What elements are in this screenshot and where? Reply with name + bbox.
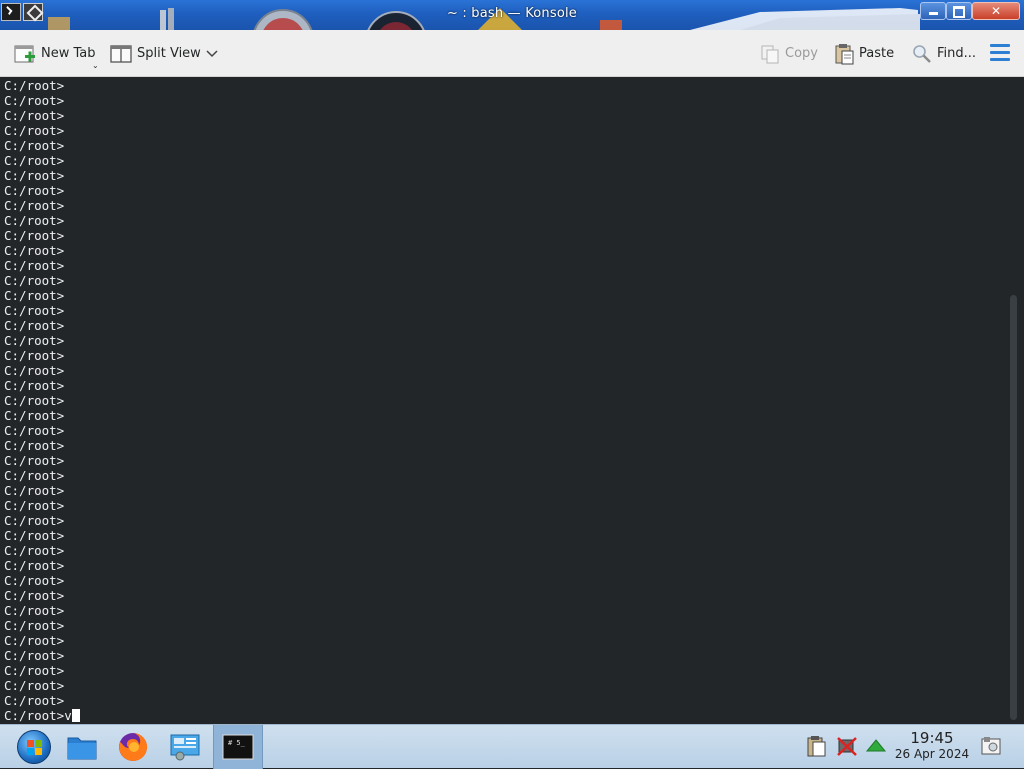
paste-icon: [835, 43, 854, 64]
terminal-line: C:/root>: [4, 123, 65, 138]
window-title: ~ : bash — Konsole: [446, 6, 578, 21]
terminal-line: C:/root>: [4, 318, 65, 333]
terminal-line: C:/root>: [4, 663, 65, 678]
terminal-line: C:/root>: [4, 603, 65, 618]
terminal-line: C:/root>: [4, 153, 65, 168]
window-titlebar[interactable]: ~ : bash — Konsole ✕: [0, 0, 1024, 30]
terminal-line: C:/root>: [4, 363, 65, 378]
taskbar: # 5_ 19:45 26 Apr 2024: [0, 724, 1024, 769]
taskbar-clock[interactable]: 19:45 26 Apr 2024: [890, 730, 974, 762]
terminal-line: C:/root>: [4, 633, 65, 648]
maximize-button[interactable]: [946, 2, 972, 20]
terminal-line: C:/root>: [4, 228, 65, 243]
find-button[interactable]: Find...: [912, 30, 976, 77]
magnifier-icon: [913, 44, 931, 63]
terminal-current-line[interactable]: C:/root>v: [4, 708, 80, 723]
close-icon: ✕: [990, 4, 1002, 18]
folder-icon: [67, 737, 97, 760]
terminal-line: C:/root>: [4, 288, 65, 303]
terminal-line: C:/root>: [4, 378, 65, 393]
taskbar-file-manager[interactable]: [59, 725, 105, 769]
terminal-line: C:/root>: [4, 618, 65, 633]
terminal-line: C:/root>: [4, 543, 65, 558]
clipboard-tray-icon[interactable]: [805, 735, 827, 757]
split-view-icon: [110, 44, 132, 63]
terminal-line: C:/root>: [4, 558, 65, 573]
terminal-line: C:/root>: [4, 453, 65, 468]
split-view-label: Split View: [137, 46, 201, 61]
terminal-line: C:/root>: [4, 528, 65, 543]
system-settings-icon: [170, 734, 200, 761]
terminal-line: C:/root>: [4, 423, 65, 438]
clock-time: 19:45: [910, 729, 954, 747]
copy-label: Copy: [785, 46, 818, 61]
terminal-line: C:/root>: [4, 138, 65, 153]
split-view-button[interactable]: Split View: [110, 30, 201, 77]
terminal-line: C:/root>: [4, 513, 65, 528]
terminal-scrollbar[interactable]: [1010, 295, 1017, 720]
terminal-line: C:/root>: [4, 93, 65, 108]
copy-button[interactable]: Copy: [760, 30, 818, 77]
new-tab-button[interactable]: New Tab: [14, 30, 96, 77]
find-label: Find...: [937, 46, 977, 61]
terminal-line: C:/root>: [4, 258, 65, 273]
terminal-line: C:/root>: [4, 198, 65, 213]
clock-date: 26 Apr 2024: [894, 747, 970, 761]
terminal-line: C:/root>: [4, 693, 65, 708]
terminal-line: C:/root>: [4, 678, 65, 693]
updates-arrow-icon[interactable]: [865, 735, 887, 757]
terminal-line: C:/root>: [4, 588, 65, 603]
terminal-line: C:/root>: [4, 648, 65, 663]
start-button[interactable]: [10, 725, 58, 769]
terminal-output: C:/root> C:/root> C:/root> C:/root> C:/root>…: [4, 78, 64, 708]
taskbar-system-settings[interactable]: [162, 725, 208, 769]
terminal-line: C:/root>: [4, 393, 65, 408]
hamburger-menu-icon: [990, 43, 1010, 65]
terminal-line: C:/root>: [4, 573, 65, 588]
terminal-line: C:/root>: [4, 78, 65, 93]
terminal-line: C:/root>: [4, 213, 65, 228]
terminal-line: C:/root>: [4, 333, 65, 348]
terminal-line: C:/root>: [4, 498, 65, 513]
terminal-line: C:/root>: [4, 183, 65, 198]
taskbar-konsole[interactable]: # 5_: [213, 725, 263, 769]
chevron-down-icon[interactable]: [205, 46, 219, 60]
terminal-line: C:/root>: [4, 303, 65, 318]
taskbar-firefox[interactable]: [110, 725, 156, 769]
konsole-icon: # 5_: [222, 734, 254, 760]
konsole-toolbar: New Tab ⌄ Split View Copy Paste Find...: [0, 30, 1024, 77]
new-tab-dropdown-indicator[interactable]: ⌄: [92, 61, 99, 70]
paste-button[interactable]: Paste: [834, 30, 894, 77]
paste-label: Paste: [859, 46, 895, 61]
terminal-line: C:/root>: [4, 483, 65, 498]
network-disconnected-icon[interactable]: [836, 735, 858, 757]
new-tab-icon: [14, 45, 35, 62]
terminal-line: C:/root>: [4, 243, 65, 258]
terminal-line: C:/root>: [4, 168, 65, 183]
terminal-line: C:/root>: [4, 438, 65, 453]
terminal-line: C:/root>: [4, 273, 65, 288]
copy-icon: [761, 45, 779, 63]
text-cursor: [71, 709, 80, 722]
terminal-line: C:/root>: [4, 468, 65, 483]
terminal-line: C:/root>: [4, 408, 65, 423]
terminal-input-text: C:/root>v: [4, 708, 72, 723]
maximize-icon: [953, 6, 965, 18]
terminal-line: C:/root>: [4, 348, 65, 363]
show-desktop-icon[interactable]: [980, 735, 1002, 757]
firefox-icon: [119, 732, 148, 761]
start-orb-icon: [17, 730, 51, 764]
minimize-button[interactable]: [920, 2, 946, 20]
terminal-view[interactable]: C:/root> C:/root> C:/root> C:/root> C:/root>…: [0, 77, 1024, 724]
minimize-icon: [928, 12, 938, 15]
konsole-thumb-text: # 5_: [228, 739, 246, 747]
close-button[interactable]: ✕: [972, 2, 1020, 20]
new-tab-label: New Tab: [41, 46, 96, 61]
hamburger-menu-button[interactable]: [990, 43, 1012, 65]
terminal-line: C:/root>: [4, 108, 65, 123]
